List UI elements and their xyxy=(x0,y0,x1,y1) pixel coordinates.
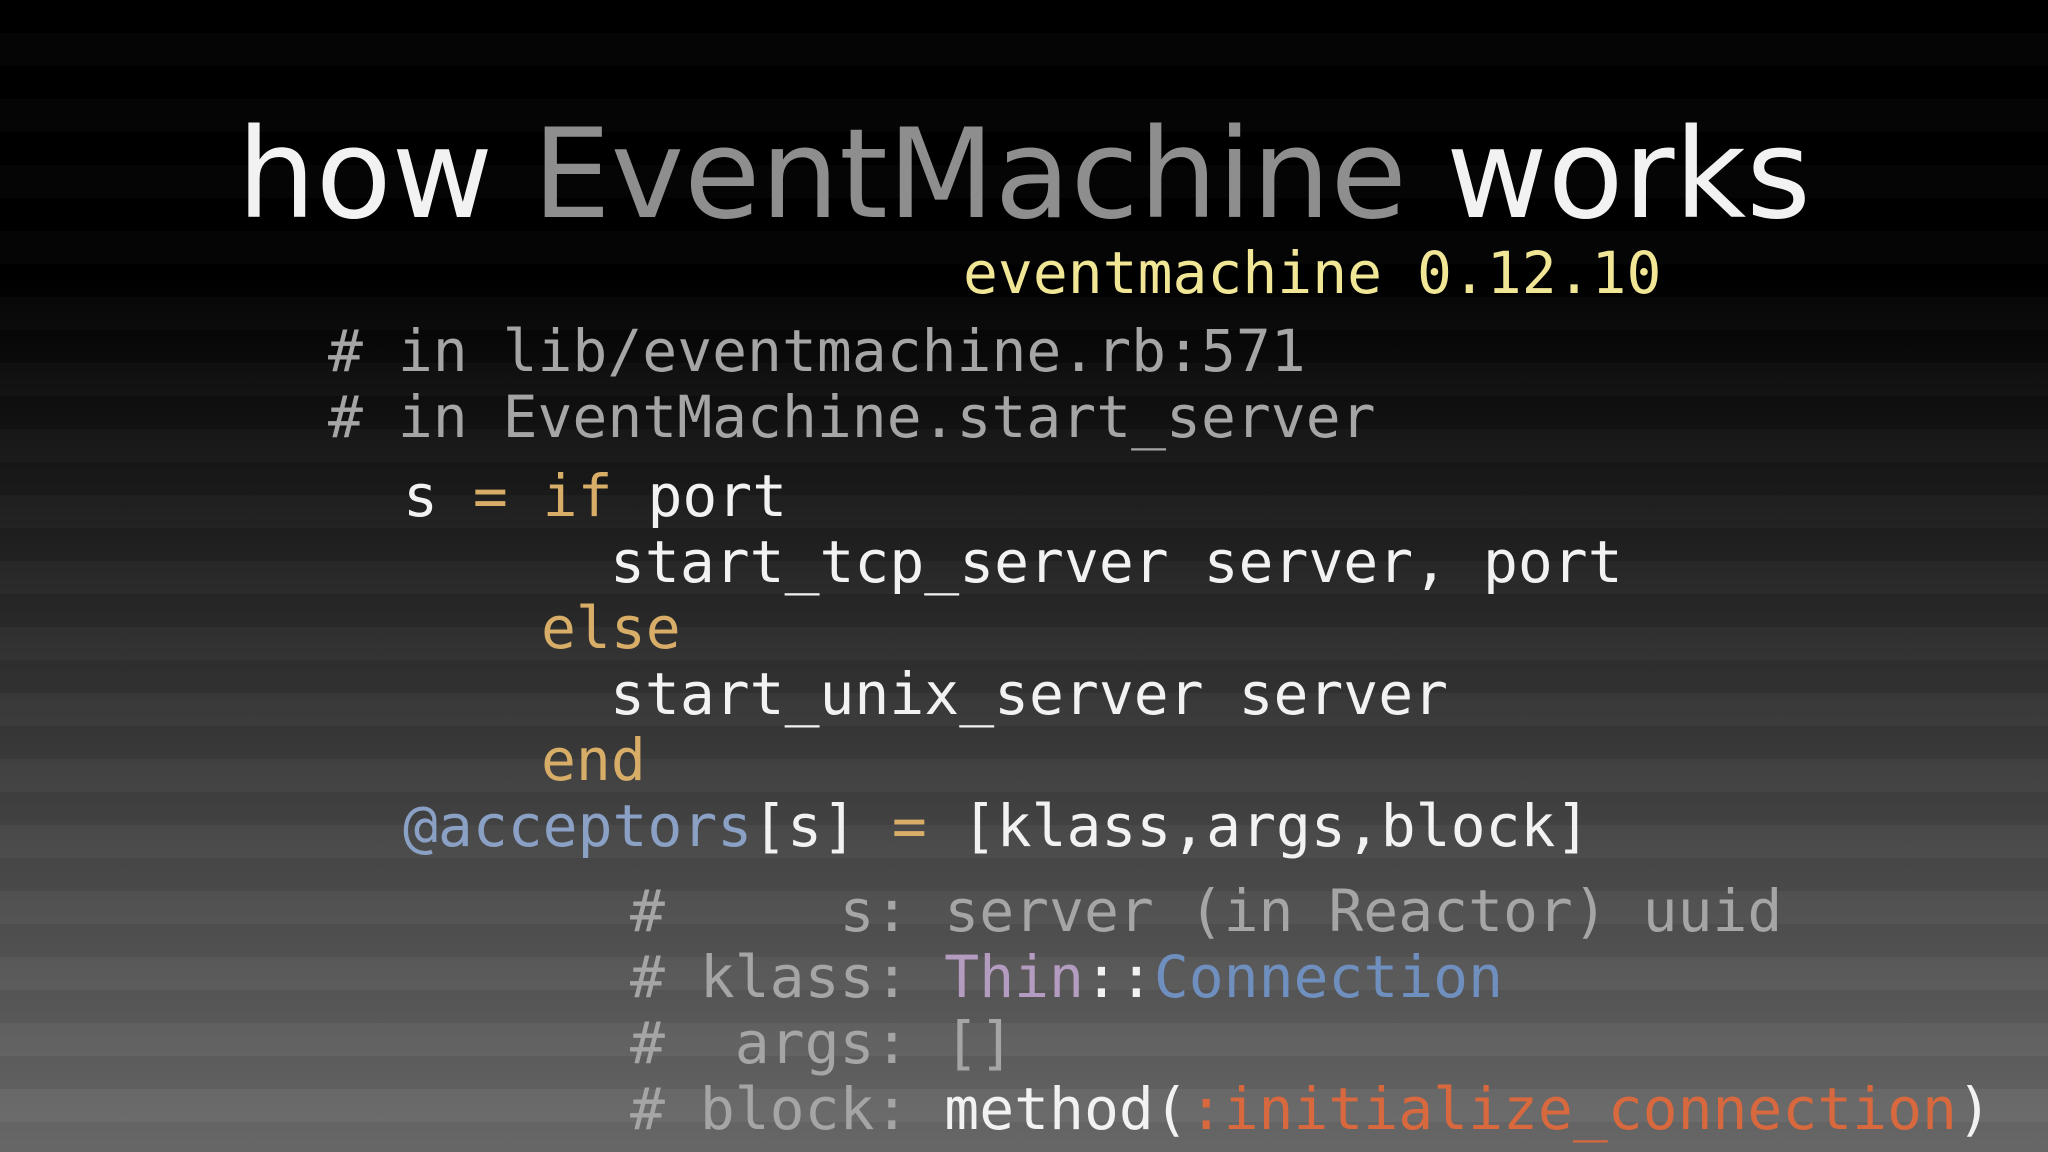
code-token: = xyxy=(891,792,927,860)
code-token: method( xyxy=(944,1075,1189,1143)
slide-title: how EventMachine works xyxy=(0,100,2048,250)
code-line-tcp: start_tcp_server server, port xyxy=(610,528,1623,596)
slide: how EventMachine works eventmachine 0.12… xyxy=(0,0,2048,1152)
code-token: # block: xyxy=(630,1075,945,1143)
code-line-else: else xyxy=(541,594,681,662)
code-token: ) xyxy=(1956,1075,1992,1143)
version-label: eventmachine 0.12.10 xyxy=(963,239,1662,307)
code-token: Thin xyxy=(944,943,1084,1011)
code-token: Connection xyxy=(1153,943,1504,1011)
title-how: how xyxy=(237,103,533,247)
code-line-end: end xyxy=(541,726,646,794)
code-token: server (in Reactor) uuid xyxy=(944,877,1783,945)
code-token: [] xyxy=(944,1009,1015,1077)
code-note-args: # args: [] xyxy=(630,1010,1014,1076)
code-note-s: # s: server (in Reactor) uuid xyxy=(630,878,1782,944)
code-note-block: # block: method(:initialize_connection) xyxy=(630,1076,1992,1142)
code-token: s xyxy=(403,462,473,530)
code-token: [s] xyxy=(752,792,892,860)
code-comment-method: # in EventMachine.start_server xyxy=(328,383,1376,451)
code-token: # args: xyxy=(630,1009,945,1077)
code-token: @acceptors xyxy=(403,792,753,860)
code-line-unix: start_unix_server server xyxy=(610,660,1449,728)
title-works: works xyxy=(1406,103,1811,247)
code-token: :: xyxy=(1083,943,1154,1011)
code-comment-file: # in lib/eventmachine.rb:571 xyxy=(328,317,1306,385)
code-token: :initialize_connection xyxy=(1188,1075,1957,1143)
code-token: # klass: xyxy=(630,943,945,1011)
code-token: # s: xyxy=(630,877,945,945)
code-line-if: s = if port xyxy=(403,463,787,529)
title-eventmachine: EventMachine xyxy=(532,103,1407,247)
code-token: = if xyxy=(472,462,613,530)
code-token: [klass,args,block] xyxy=(926,792,1591,860)
code-note-klass: # klass: Thin::Connection xyxy=(630,944,1503,1010)
code-line-acceptors: @acceptors[s] = [klass,args,block] xyxy=(403,793,1590,859)
code-token: port xyxy=(612,462,788,530)
